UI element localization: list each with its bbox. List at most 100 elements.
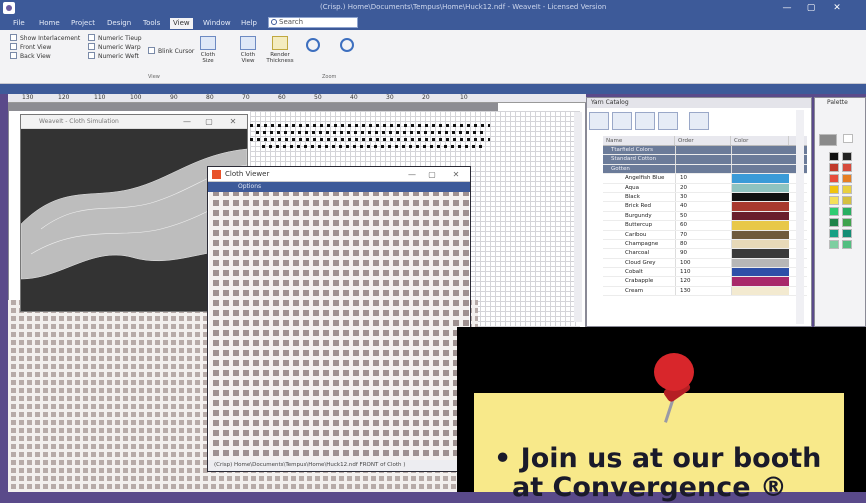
menu-file[interactable]: File [10, 18, 28, 29]
column-order[interactable]: Order [675, 136, 731, 145]
cloth-maximize-button[interactable]: ▢ [424, 168, 440, 182]
menu-view[interactable]: View [170, 18, 193, 29]
yarn-group-row[interactable]: Ttarfield Colors [603, 146, 807, 156]
column-name[interactable]: Name [603, 136, 675, 145]
close-button[interactable]: ✕ [826, 0, 848, 16]
yarn-color-swatch[interactable] [731, 258, 789, 268]
cloth-minimize-button[interactable]: — [404, 168, 420, 182]
checkbox[interactable] [148, 47, 155, 54]
palette-swatch[interactable] [829, 240, 839, 249]
yarn-scrollbar[interactable] [796, 110, 804, 324]
blink-cursor-check[interactable]: Blink Cursor [148, 47, 194, 56]
cloth-size-button[interactable]: Cloth Size [196, 36, 220, 64]
yarn-row[interactable]: Burgundy 50 [603, 211, 807, 222]
yarn-row[interactable]: Cloud Grey 100 [603, 258, 807, 269]
yarn-color-swatch[interactable] [731, 230, 789, 239]
yarn-row[interactable]: Cream 130 [603, 286, 807, 297]
palette-swatch[interactable] [829, 163, 839, 172]
column-color[interactable]: Color [731, 136, 789, 145]
options-menu[interactable]: Options [208, 182, 470, 192]
yarn-row[interactable]: Angelfish Blue 10 [603, 174, 807, 184]
menu-tools[interactable]: Tools [140, 18, 163, 29]
palette-swatch[interactable] [842, 240, 852, 249]
checkbox[interactable] [10, 34, 17, 41]
render-thickness-button[interactable]: Render Thickness [264, 36, 296, 64]
cloth-viewer-window[interactable]: Cloth Viewer — ▢ ✕ Options (Crisp) Home\… [207, 166, 471, 472]
palette-swatch[interactable] [829, 229, 839, 238]
numeric-tieup-check[interactable]: Numeric Tieup [88, 34, 142, 43]
refresh-icon[interactable] [612, 112, 632, 130]
cloth-pattern-view[interactable] [209, 192, 469, 460]
palette-swatch[interactable] [829, 218, 839, 227]
zoom-out-icon[interactable] [306, 38, 320, 52]
checkbox[interactable] [10, 43, 17, 50]
yarn-catalog-panel[interactable]: Yarn Catalog Name Order Color Ttarfield … [586, 97, 812, 327]
yarn-row[interactable]: Caribou 70 [603, 230, 807, 240]
yarn-row[interactable]: Crabapple 120 [603, 277, 807, 287]
yarn-color-swatch[interactable] [731, 268, 789, 277]
checkbox[interactable] [88, 43, 95, 50]
menu-design[interactable]: Design [104, 18, 134, 29]
palette-swatch[interactable] [829, 196, 839, 205]
sim-minimize-button[interactable]: — [179, 115, 195, 129]
yarn-color-swatch[interactable] [731, 192, 789, 202]
palette-swatch[interactable] [829, 185, 839, 194]
palette-swatch[interactable] [829, 207, 839, 216]
front-view-check[interactable]: Front View [10, 43, 80, 52]
menu-home[interactable]: Home [36, 18, 63, 29]
menu-window[interactable]: Window [200, 18, 234, 29]
show-interlacement-check[interactable]: Show Interlacement [10, 34, 80, 43]
sim-close-button[interactable]: ✕ [225, 115, 241, 129]
minimize-button[interactable]: — [776, 0, 798, 16]
palette-swatch[interactable] [829, 174, 839, 183]
folder-icon[interactable] [635, 112, 655, 130]
save-icon[interactable] [589, 112, 609, 130]
checkbox[interactable] [88, 34, 95, 41]
yarn-row[interactable]: Black 30 [603, 192, 807, 203]
maximize-button[interactable]: ▢ [800, 0, 822, 16]
palette-panel[interactable]: Palette [814, 97, 866, 327]
yarn-color-swatch[interactable] [731, 249, 789, 258]
cloth-close-button[interactable]: ✕ [448, 168, 464, 182]
numeric-weft-check[interactable]: Numeric Weft [88, 52, 142, 61]
grid-icon[interactable] [689, 112, 709, 130]
zoom-in-icon[interactable] [340, 38, 354, 52]
yarn-row[interactable]: Buttercup 60 [603, 221, 807, 231]
palette-swatch[interactable] [842, 229, 852, 238]
app-icon[interactable] [3, 2, 15, 14]
yarn-color-swatch[interactable] [731, 277, 789, 286]
yarn-color-swatch[interactable] [731, 239, 789, 249]
palette-swatch[interactable] [829, 152, 839, 161]
palette-swatch[interactable] [842, 196, 852, 205]
yarn-color-swatch[interactable] [731, 211, 789, 221]
sim-maximize-button[interactable]: ▢ [201, 115, 217, 129]
search-input[interactable]: Search [268, 17, 358, 28]
back-view-check[interactable]: Back View [10, 52, 80, 61]
yarn-color-swatch[interactable] [731, 221, 789, 230]
yarn-row[interactable]: Champagne 80 [603, 239, 807, 250]
menu-project[interactable]: Project [68, 18, 98, 29]
checkbox[interactable] [88, 52, 95, 59]
yarn-row[interactable]: Aqua 20 [603, 183, 807, 193]
yarn-group-row[interactable]: Gotten [603, 164, 807, 175]
cloth-view-button[interactable]: Cloth View [236, 36, 260, 64]
yarn-color-swatch[interactable] [731, 202, 789, 211]
yarn-row[interactable]: Brick Red 40 [603, 202, 807, 212]
palette-swatch[interactable] [842, 207, 852, 216]
numeric-warp-check[interactable]: Numeric Warp [88, 43, 142, 52]
yarn-row[interactable]: Charcoal 90 [603, 249, 807, 259]
yarn-color-swatch[interactable] [731, 286, 789, 296]
menu-help[interactable]: Help [238, 18, 260, 29]
checkbox[interactable] [10, 52, 17, 59]
palette-swatch[interactable] [842, 218, 852, 227]
palette-swatch[interactable] [842, 174, 852, 183]
yarn-color-swatch[interactable] [731, 183, 789, 192]
palette-swatch[interactable] [842, 152, 852, 161]
yarn-color-swatch[interactable] [731, 174, 789, 183]
palette-swatch[interactable] [843, 134, 853, 143]
yarn-row[interactable]: Cobalt 110 [603, 268, 807, 278]
palette-swatch[interactable] [842, 185, 852, 194]
palette-swatch[interactable] [842, 163, 852, 172]
design-scrollbar[interactable] [574, 112, 582, 322]
yarn-group-row[interactable]: Standard Cotton [603, 155, 807, 165]
